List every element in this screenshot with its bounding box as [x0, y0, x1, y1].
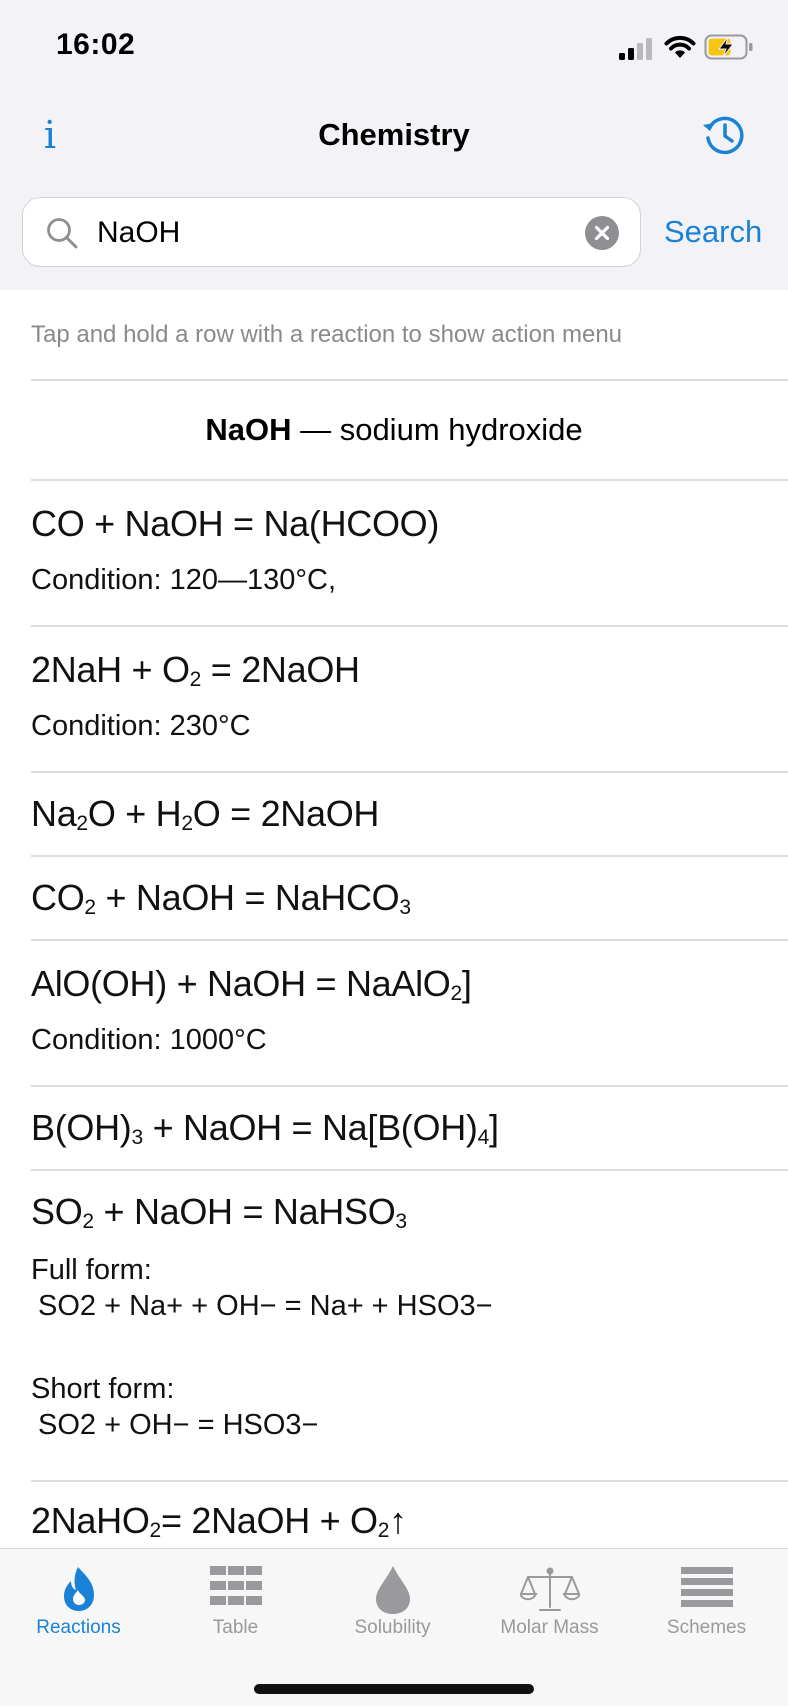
cellular-signal-icon	[619, 38, 652, 60]
reaction-row[interactable]: 2NaH + O2 = 2NaOH Condition: 230°C	[0, 626, 788, 771]
reaction-row[interactable]: 2NaHO2= 2NaOH + O2↑	[0, 1481, 788, 1550]
reaction-equation: CO + NaOH = Na(HCOO)	[31, 503, 440, 544]
tab-solubility[interactable]: Solubility	[314, 1549, 471, 1659]
search-field[interactable]	[22, 197, 641, 267]
tab-label: Solubility	[354, 1617, 431, 1638]
search-input[interactable]	[97, 208, 577, 258]
tab-molar-mass[interactable]: Molar Mass	[471, 1549, 628, 1659]
wifi-icon	[664, 35, 696, 58]
tab-table[interactable]: Table	[157, 1549, 314, 1659]
reaction-row[interactable]: AlO(OH) + NaOH = NaAlO2] Condition: 1000…	[0, 940, 788, 1085]
navigation-bar: i Chemistry	[0, 95, 788, 175]
search-icon	[47, 218, 78, 249]
history-button[interactable]	[700, 111, 748, 159]
tab-label: Reactions	[36, 1617, 121, 1638]
search-button[interactable]: Search	[664, 211, 762, 253]
reaction-equation: 2NaHO2= 2NaOH + O2↑	[31, 1500, 407, 1542]
reaction-condition: Condition: 230°C	[31, 710, 251, 742]
scales-icon	[519, 1567, 580, 1611]
compound-separator: —	[291, 412, 340, 447]
reaction-equation: CO2 + NaOH = NaHCO3	[31, 877, 411, 919]
reaction-row[interactable]: Na2O + H2O = 2NaOH	[0, 772, 788, 855]
clear-icon	[594, 225, 610, 241]
tab-reactions[interactable]: Reactions	[0, 1549, 157, 1659]
table-grid-icon	[209, 1566, 262, 1605]
compound-name: sodium hydroxide	[339, 412, 583, 447]
divider	[31, 379, 788, 381]
hint-text: Tap and hold a row with a reaction to sh…	[31, 321, 623, 348]
reaction-equation: B(OH)3 + NaOH = Na[B(OH)4]	[31, 1107, 499, 1149]
reaction-equation: SO2 + NaOH = NaHSO3	[31, 1191, 407, 1233]
flame-icon	[63, 1567, 94, 1611]
page-title: Chemistry	[318, 117, 470, 152]
tab-bar: Reactions Table Solubility Molar Mass Sc…	[0, 1548, 788, 1706]
compound-header: NaOH — sodium hydroxide	[0, 410, 788, 450]
reaction-row[interactable]: CO + NaOH = Na(HCOO) Condition: 120—130°…	[0, 480, 788, 625]
tab-label: Molar Mass	[500, 1617, 599, 1638]
tab-schemes[interactable]: Schemes	[628, 1549, 785, 1659]
reactions-list[interactable]: Tap and hold a row with a reaction to sh…	[0, 290, 788, 1550]
lines-icon	[680, 1567, 733, 1607]
short-form-equation: SO2 + OH− = HSO3−	[38, 1409, 319, 1441]
battery-charging-icon	[704, 34, 753, 60]
drop-icon	[375, 1566, 410, 1614]
reaction-row[interactable]: SO2 + NaOH = NaHSO3 Full form: SO2 + Na+…	[0, 1170, 788, 1470]
reaction-condition: Condition: 1000°C	[31, 1024, 267, 1056]
short-form-label: Short form:	[31, 1373, 175, 1405]
reaction-row[interactable]: B(OH)3 + NaOH = Na[B(OH)4]	[0, 1086, 788, 1169]
full-form-label: Full form:	[31, 1254, 152, 1286]
tab-label: Table	[212, 1617, 259, 1638]
history-icon	[703, 116, 744, 155]
reaction-equation: AlO(OH) + NaOH = NaAlO2]	[31, 963, 472, 1005]
compound-formula: NaOH	[205, 412, 292, 447]
home-indicator[interactable]	[254, 1684, 534, 1694]
tab-label: Schemes	[666, 1617, 747, 1638]
reaction-equation: 2NaH + O2 = 2NaOH	[31, 649, 360, 691]
clear-search-button[interactable]	[585, 216, 619, 250]
status-time: 16:02	[56, 28, 136, 61]
status-bar: 16:02	[0, 0, 788, 95]
reaction-row[interactable]: CO2 + NaOH = NaHCO3	[0, 856, 788, 939]
reaction-equation: Na2O + H2O = 2NaOH	[31, 793, 380, 835]
reaction-condition: Condition: 120—130°C,	[31, 564, 337, 596]
full-form-equation: SO2 + Na+ + OH− = Na+ + HSO3−	[38, 1290, 493, 1322]
